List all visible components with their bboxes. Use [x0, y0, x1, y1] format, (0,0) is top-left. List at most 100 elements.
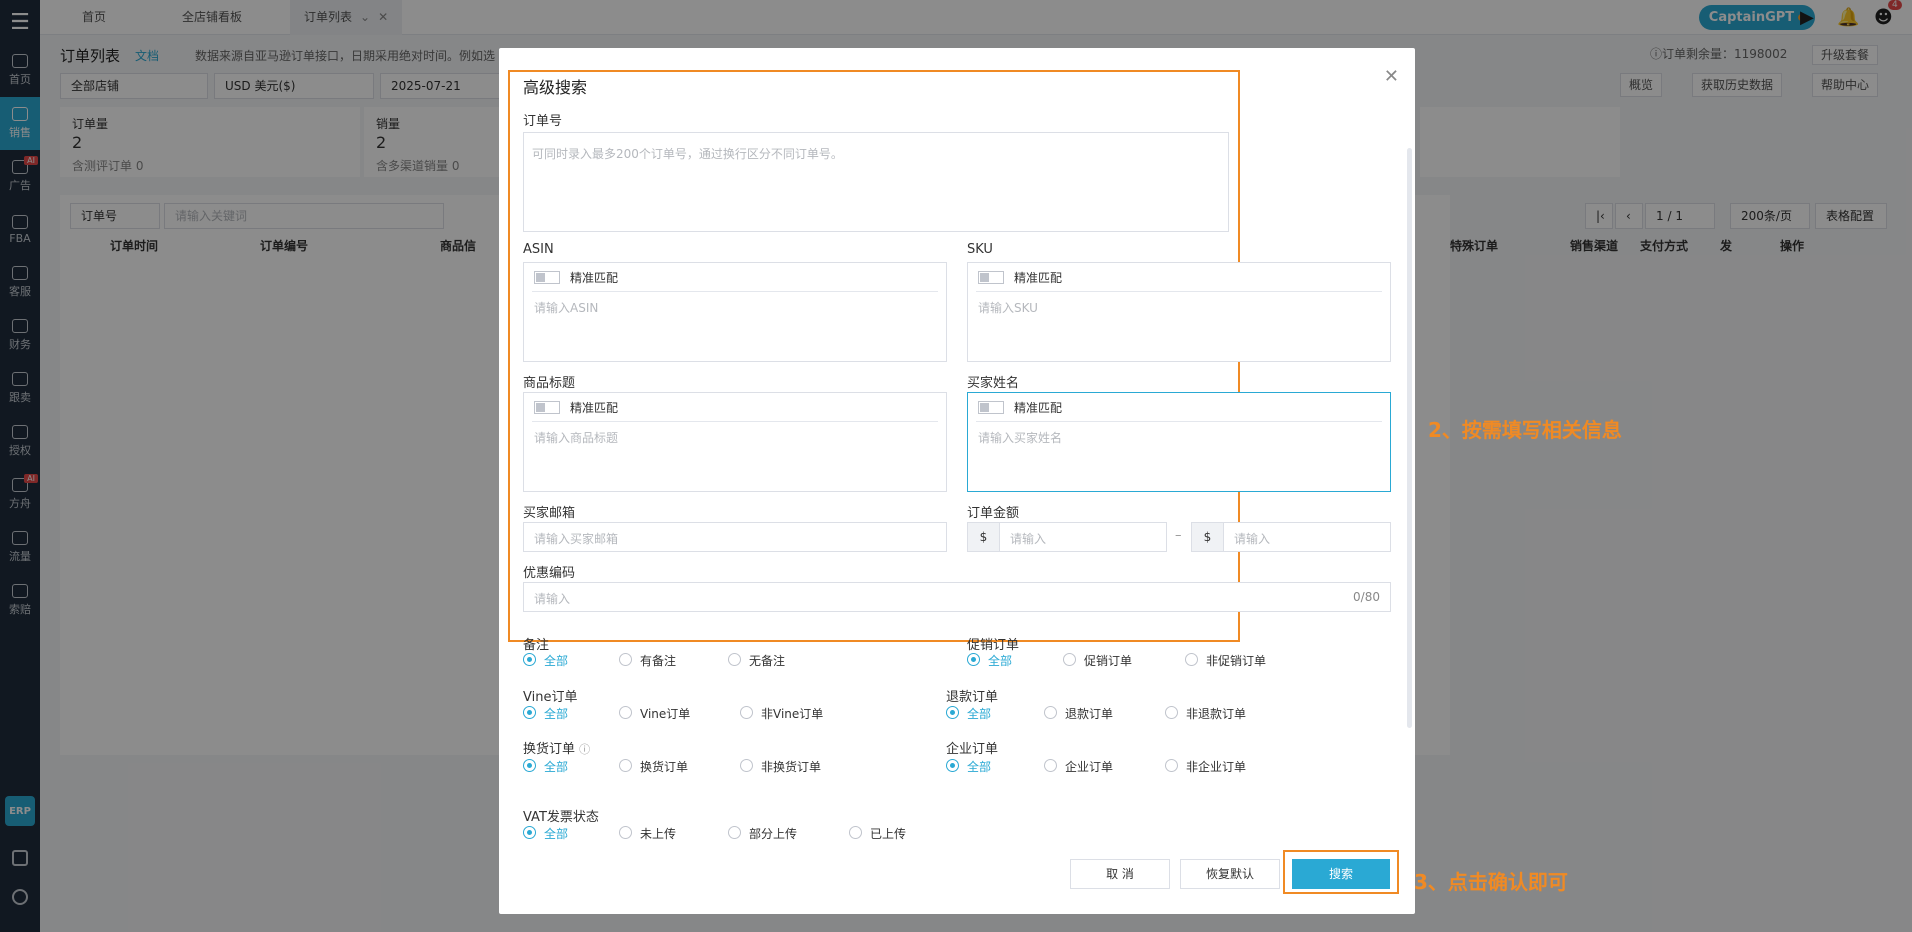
char-counter: 0/80 [1353, 590, 1380, 604]
dialog-scrollbar[interactable] [1407, 148, 1412, 728]
sku-label: SKU [967, 242, 993, 257]
radio-label: 退款订单 [1065, 707, 1114, 721]
divider [532, 291, 938, 292]
radio-label: 企业订单 [1065, 760, 1114, 774]
refund-label: 退款订单 [946, 690, 999, 705]
buyer-email-label: 买家邮箱 [523, 506, 576, 521]
exchange-all-radio[interactable] [523, 759, 536, 772]
sku-input[interactable]: 精准匹配 请输入SKU [967, 262, 1391, 362]
vine-no-radio[interactable] [740, 706, 753, 719]
radio-label: 非企业订单 [1186, 760, 1247, 774]
remark-all-radio[interactable] [523, 653, 536, 666]
order-number-textarea[interactable]: 可同时录入最多200个订单号，通过换行区分不同订单号。 [523, 132, 1229, 232]
placeholder: 请输入 [534, 592, 571, 606]
buyer-exact-toggle[interactable] [978, 401, 1004, 414]
asin-label: ASIN [523, 242, 554, 257]
exchange-label: 换货订单 ⓘ [523, 738, 590, 757]
vine-label: Vine订单 [523, 690, 578, 705]
advanced-search-dialog: 高级搜索 ✕ 订单号 可同时录入最多200个订单号，通过换行区分不同订单号。 A… [499, 48, 1415, 914]
business-no-radio[interactable] [1165, 759, 1178, 772]
range-dash: – [1175, 528, 1182, 543]
radio-label: 有备注 [640, 654, 677, 668]
placeholder: 请输入 [1010, 532, 1047, 546]
radio-label: 全部 [544, 827, 569, 841]
asin-input[interactable]: 精准匹配 请输入ASIN [523, 262, 947, 362]
radio-label: 非Vine订单 [761, 707, 824, 721]
close-icon[interactable]: ✕ [1384, 66, 1399, 87]
buyer-name-label: 买家姓名 [967, 376, 1020, 391]
divider [976, 421, 1382, 422]
amount-max-input[interactable]: $ 请输入 [1191, 522, 1391, 552]
annotation-step2: 2、按需填写相关信息 [1428, 418, 1622, 442]
radio-label: 非促销订单 [1206, 654, 1267, 668]
radio-label: 全部 [544, 654, 569, 668]
radio-label: 全部 [967, 707, 992, 721]
product-title-label: 商品标题 [523, 376, 576, 391]
refund-no-radio[interactable] [1165, 706, 1178, 719]
radio-label: 已上传 [870, 827, 907, 841]
vat-partial-radio[interactable] [728, 826, 741, 839]
exact-match-label: 精准匹配 [570, 271, 619, 285]
placeholder: 请输入SKU [978, 301, 1038, 315]
vat-all-radio[interactable] [523, 826, 536, 839]
product-title-input[interactable]: 精准匹配 请输入商品标题 [523, 392, 947, 492]
exchange-no-radio[interactable] [740, 759, 753, 772]
vat-label: VAT发票状态 [523, 810, 599, 825]
exact-match-label: 精准匹配 [1014, 401, 1063, 415]
amount-min-input[interactable]: $ 请输入 [967, 522, 1167, 552]
radio-label: 全部 [988, 654, 1013, 668]
dialog-title: 高级搜索 [523, 78, 588, 97]
radio-label: 无备注 [749, 654, 786, 668]
radio-label: 促销订单 [1084, 654, 1133, 668]
placeholder: 请输入 [1234, 532, 1271, 546]
promo-label: 促销订单 [967, 638, 1020, 653]
remark-none-radio[interactable] [728, 653, 741, 666]
radio-label: Vine订单 [640, 707, 691, 721]
refund-all-radio[interactable] [946, 706, 959, 719]
vine-all-radio[interactable] [523, 706, 536, 719]
promo-all-radio[interactable] [967, 653, 980, 666]
vat-uploaded-radio[interactable] [849, 826, 862, 839]
search-button[interactable]: 搜索 [1292, 859, 1390, 889]
business-all-radio[interactable] [946, 759, 959, 772]
exchange-yes-radio[interactable] [619, 759, 632, 772]
promo-yes-radio[interactable] [1063, 653, 1076, 666]
refund-yes-radio[interactable] [1044, 706, 1057, 719]
exact-match-label: 精准匹配 [570, 401, 619, 415]
cancel-button[interactable]: 取 消 [1070, 859, 1170, 889]
radio-label: 非换货订单 [761, 760, 822, 774]
radio-label: 全部 [544, 707, 569, 721]
reset-button[interactable]: 恢复默认 [1180, 859, 1280, 889]
divider [976, 291, 1382, 292]
asin-exact-toggle[interactable] [534, 271, 560, 284]
currency-prefix: $ [968, 523, 1000, 551]
divider [532, 421, 938, 422]
placeholder: 请输入买家姓名 [978, 431, 1063, 445]
radio-label: 非退款订单 [1186, 707, 1247, 721]
radio-label: 全部 [967, 760, 992, 774]
buyer-email-input[interactable]: 请输入买家邮箱 [523, 522, 947, 552]
help-icon[interactable]: ⓘ [579, 743, 590, 756]
radio-label: 换货订单 [640, 760, 689, 774]
placeholder: 请输入买家邮箱 [534, 532, 619, 546]
coupon-input[interactable]: 请输入 0/80 [523, 582, 1391, 612]
business-yes-radio[interactable] [1044, 759, 1057, 772]
promo-no-radio[interactable] [1185, 653, 1198, 666]
vine-yes-radio[interactable] [619, 706, 632, 719]
placeholder: 请输入ASIN [534, 301, 599, 315]
title-exact-toggle[interactable] [534, 401, 560, 414]
order-amount-label: 订单金额 [967, 506, 1020, 521]
buyer-name-input[interactable]: 精准匹配 请输入买家姓名 [967, 392, 1391, 492]
radio-label: 全部 [544, 760, 569, 774]
placeholder: 请输入商品标题 [534, 431, 619, 445]
vat-none-radio[interactable] [619, 826, 632, 839]
coupon-label: 优惠编码 [523, 566, 576, 581]
exchange-label-text: 换货订单 [523, 742, 576, 757]
order-number-label: 订单号 [523, 114, 563, 129]
sku-exact-toggle[interactable] [978, 271, 1004, 284]
business-label: 企业订单 [946, 742, 999, 757]
remark-has-radio[interactable] [619, 653, 632, 666]
radio-label: 未上传 [640, 827, 677, 841]
remark-label: 备注 [523, 638, 550, 653]
currency-prefix: $ [1192, 523, 1224, 551]
